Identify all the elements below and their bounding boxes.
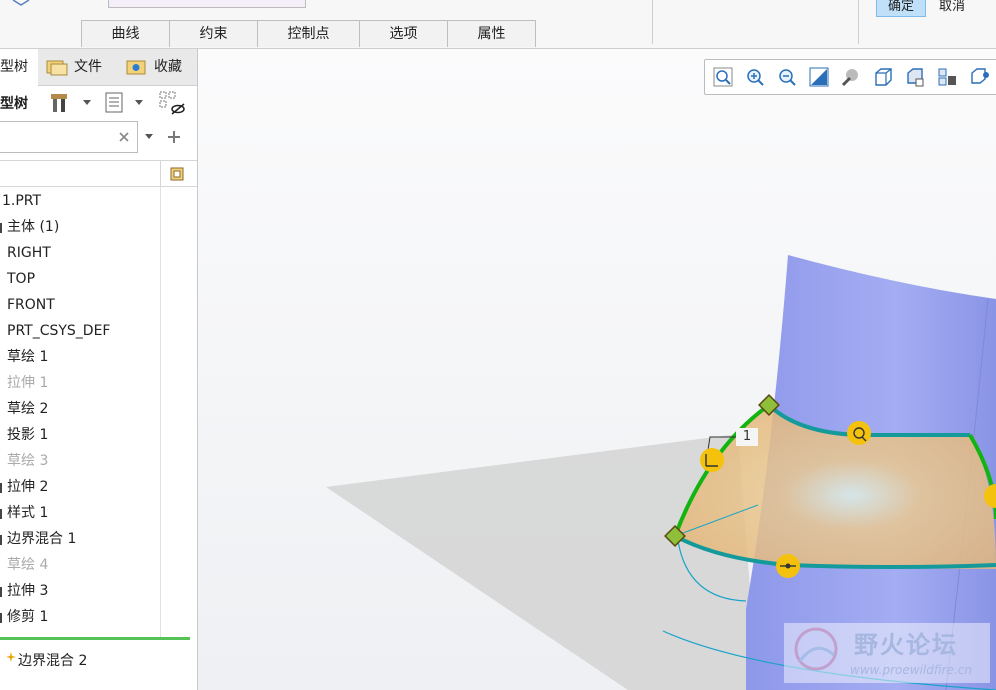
tree-item-active-feature[interactable]: 边界混合 2 (18, 651, 87, 671)
tree-title: 型树 (0, 96, 28, 112)
tree-item-marker (0, 535, 2, 545)
tree-item[interactable]: RIGHT (7, 243, 51, 263)
zoom-in-icon[interactable] (745, 67, 765, 87)
zoom-fit-icon[interactable] (713, 67, 733, 87)
dashboard-separator (652, 0, 653, 44)
column-divider-line (160, 187, 161, 639)
display-style-icon[interactable] (873, 67, 893, 87)
tree-item-marker (0, 223, 2, 233)
add-icon[interactable] (166, 129, 182, 145)
chevron-down-icon[interactable] (144, 133, 154, 141)
tree-item-marker (0, 587, 2, 597)
graphics-viewport[interactable]: 1 野火论坛 www.proewildfire.cn (198, 49, 996, 690)
tree-item-marker (0, 509, 2, 519)
tree-item[interactable]: 边界混合 1 (7, 529, 76, 549)
tab-folder-browser[interactable]: 文件 (44, 49, 116, 85)
ok-button[interactable]: 确定 (876, 0, 926, 17)
tree-item[interactable]: 修剪 1 (7, 607, 48, 627)
tab-folder-label: 文件 (74, 59, 102, 75)
tree-item-suppressed[interactable]: 拉伸 1 (7, 373, 48, 393)
appearance-icon[interactable] (841, 67, 861, 87)
repaint-icon[interactable] (809, 67, 829, 87)
watermark-title: 野火论坛 (854, 631, 958, 659)
dashboard-ribbon: 曲线 约束 控制点 选项 属性 确定 取消 (0, 0, 996, 49)
column-settings-icon[interactable] (169, 166, 187, 182)
tab-model-tree-label: 型树 (0, 59, 28, 75)
tree-item-suppressed[interactable]: 草绘 3 (7, 451, 48, 471)
tree-item[interactable]: PRT_CSYS_DEF (7, 321, 110, 341)
tree-item-part[interactable]: 1.PRT (2, 191, 41, 211)
tree-item[interactable]: 样式 1 (7, 503, 48, 523)
annotation-display-icon[interactable] (969, 67, 989, 87)
tangency-handle (847, 421, 871, 445)
tab-options[interactable]: 选项 (359, 20, 448, 47)
tab-favorites[interactable]: 收藏 (124, 49, 197, 85)
dashboard-header-box (108, 0, 306, 8)
column-divider (160, 161, 161, 188)
view-toolbar (704, 59, 996, 95)
datum-plane (326, 434, 758, 690)
chevron-down-icon[interactable] (134, 99, 144, 107)
active-feature-icon (6, 652, 16, 662)
zoom-out-icon[interactable] (777, 67, 797, 87)
favorites-icon (126, 60, 146, 75)
tab-curves[interactable]: 曲线 (81, 20, 170, 47)
dimension-label[interactable]: 1 (736, 428, 758, 446)
close-icon[interactable] (118, 131, 130, 143)
tree-item-suppressed[interactable]: 草绘 4 (7, 555, 48, 575)
tab-model-tree[interactable]: 型树 (0, 49, 38, 85)
navigator-tabs: 型树 文件 收藏 (0, 49, 197, 86)
tree-item[interactable]: TOP (7, 269, 35, 289)
tree-item-marker (0, 483, 2, 493)
chevron-down-icon[interactable] (82, 99, 92, 107)
dashboard-separator (858, 0, 859, 44)
watermark-url: www.proewildfire.cn (850, 663, 972, 677)
pause-flag-icon[interactable] (10, 0, 32, 8)
tree-item[interactable]: 草绘 1 (7, 347, 48, 367)
tree-item[interactable]: FRONT (7, 295, 55, 315)
tab-favorites-label: 收藏 (154, 59, 182, 75)
hide-items-icon[interactable] (158, 90, 186, 116)
settings-tools-icon[interactable] (50, 91, 74, 115)
tree-column-header (0, 160, 197, 188)
navigator-panel: 型树 文件 收藏 型树 1.PRT 主体 (1) RIGHT TOP FRONT… (0, 49, 198, 690)
tab-properties[interactable]: 属性 (447, 20, 536, 47)
folder-icon (46, 60, 68, 76)
model-canvas[interactable] (198, 49, 996, 690)
insert-indicator[interactable] (0, 637, 190, 640)
tree-item[interactable]: 投影 1 (7, 425, 48, 445)
tangency-handle (700, 448, 724, 472)
tab-constraints[interactable]: 约束 (169, 20, 258, 47)
tree-item-marker (0, 613, 2, 623)
tree-item[interactable]: 拉伸 3 (7, 581, 48, 601)
tree-item[interactable]: 草绘 2 (7, 399, 48, 419)
cancel-button[interactable]: 取消 (929, 0, 975, 17)
tree-item[interactable]: 主体 (1) (7, 217, 59, 237)
tree-item[interactable]: 拉伸 2 (7, 477, 48, 497)
show-list-icon[interactable] (104, 91, 126, 115)
tree-search-input[interactable] (0, 121, 138, 153)
saved-views-icon[interactable] (905, 67, 925, 87)
tree-toolbar: 型树 (0, 85, 197, 120)
view-manager-icon[interactable] (937, 67, 957, 87)
tab-control-points[interactable]: 控制点 (257, 20, 360, 47)
